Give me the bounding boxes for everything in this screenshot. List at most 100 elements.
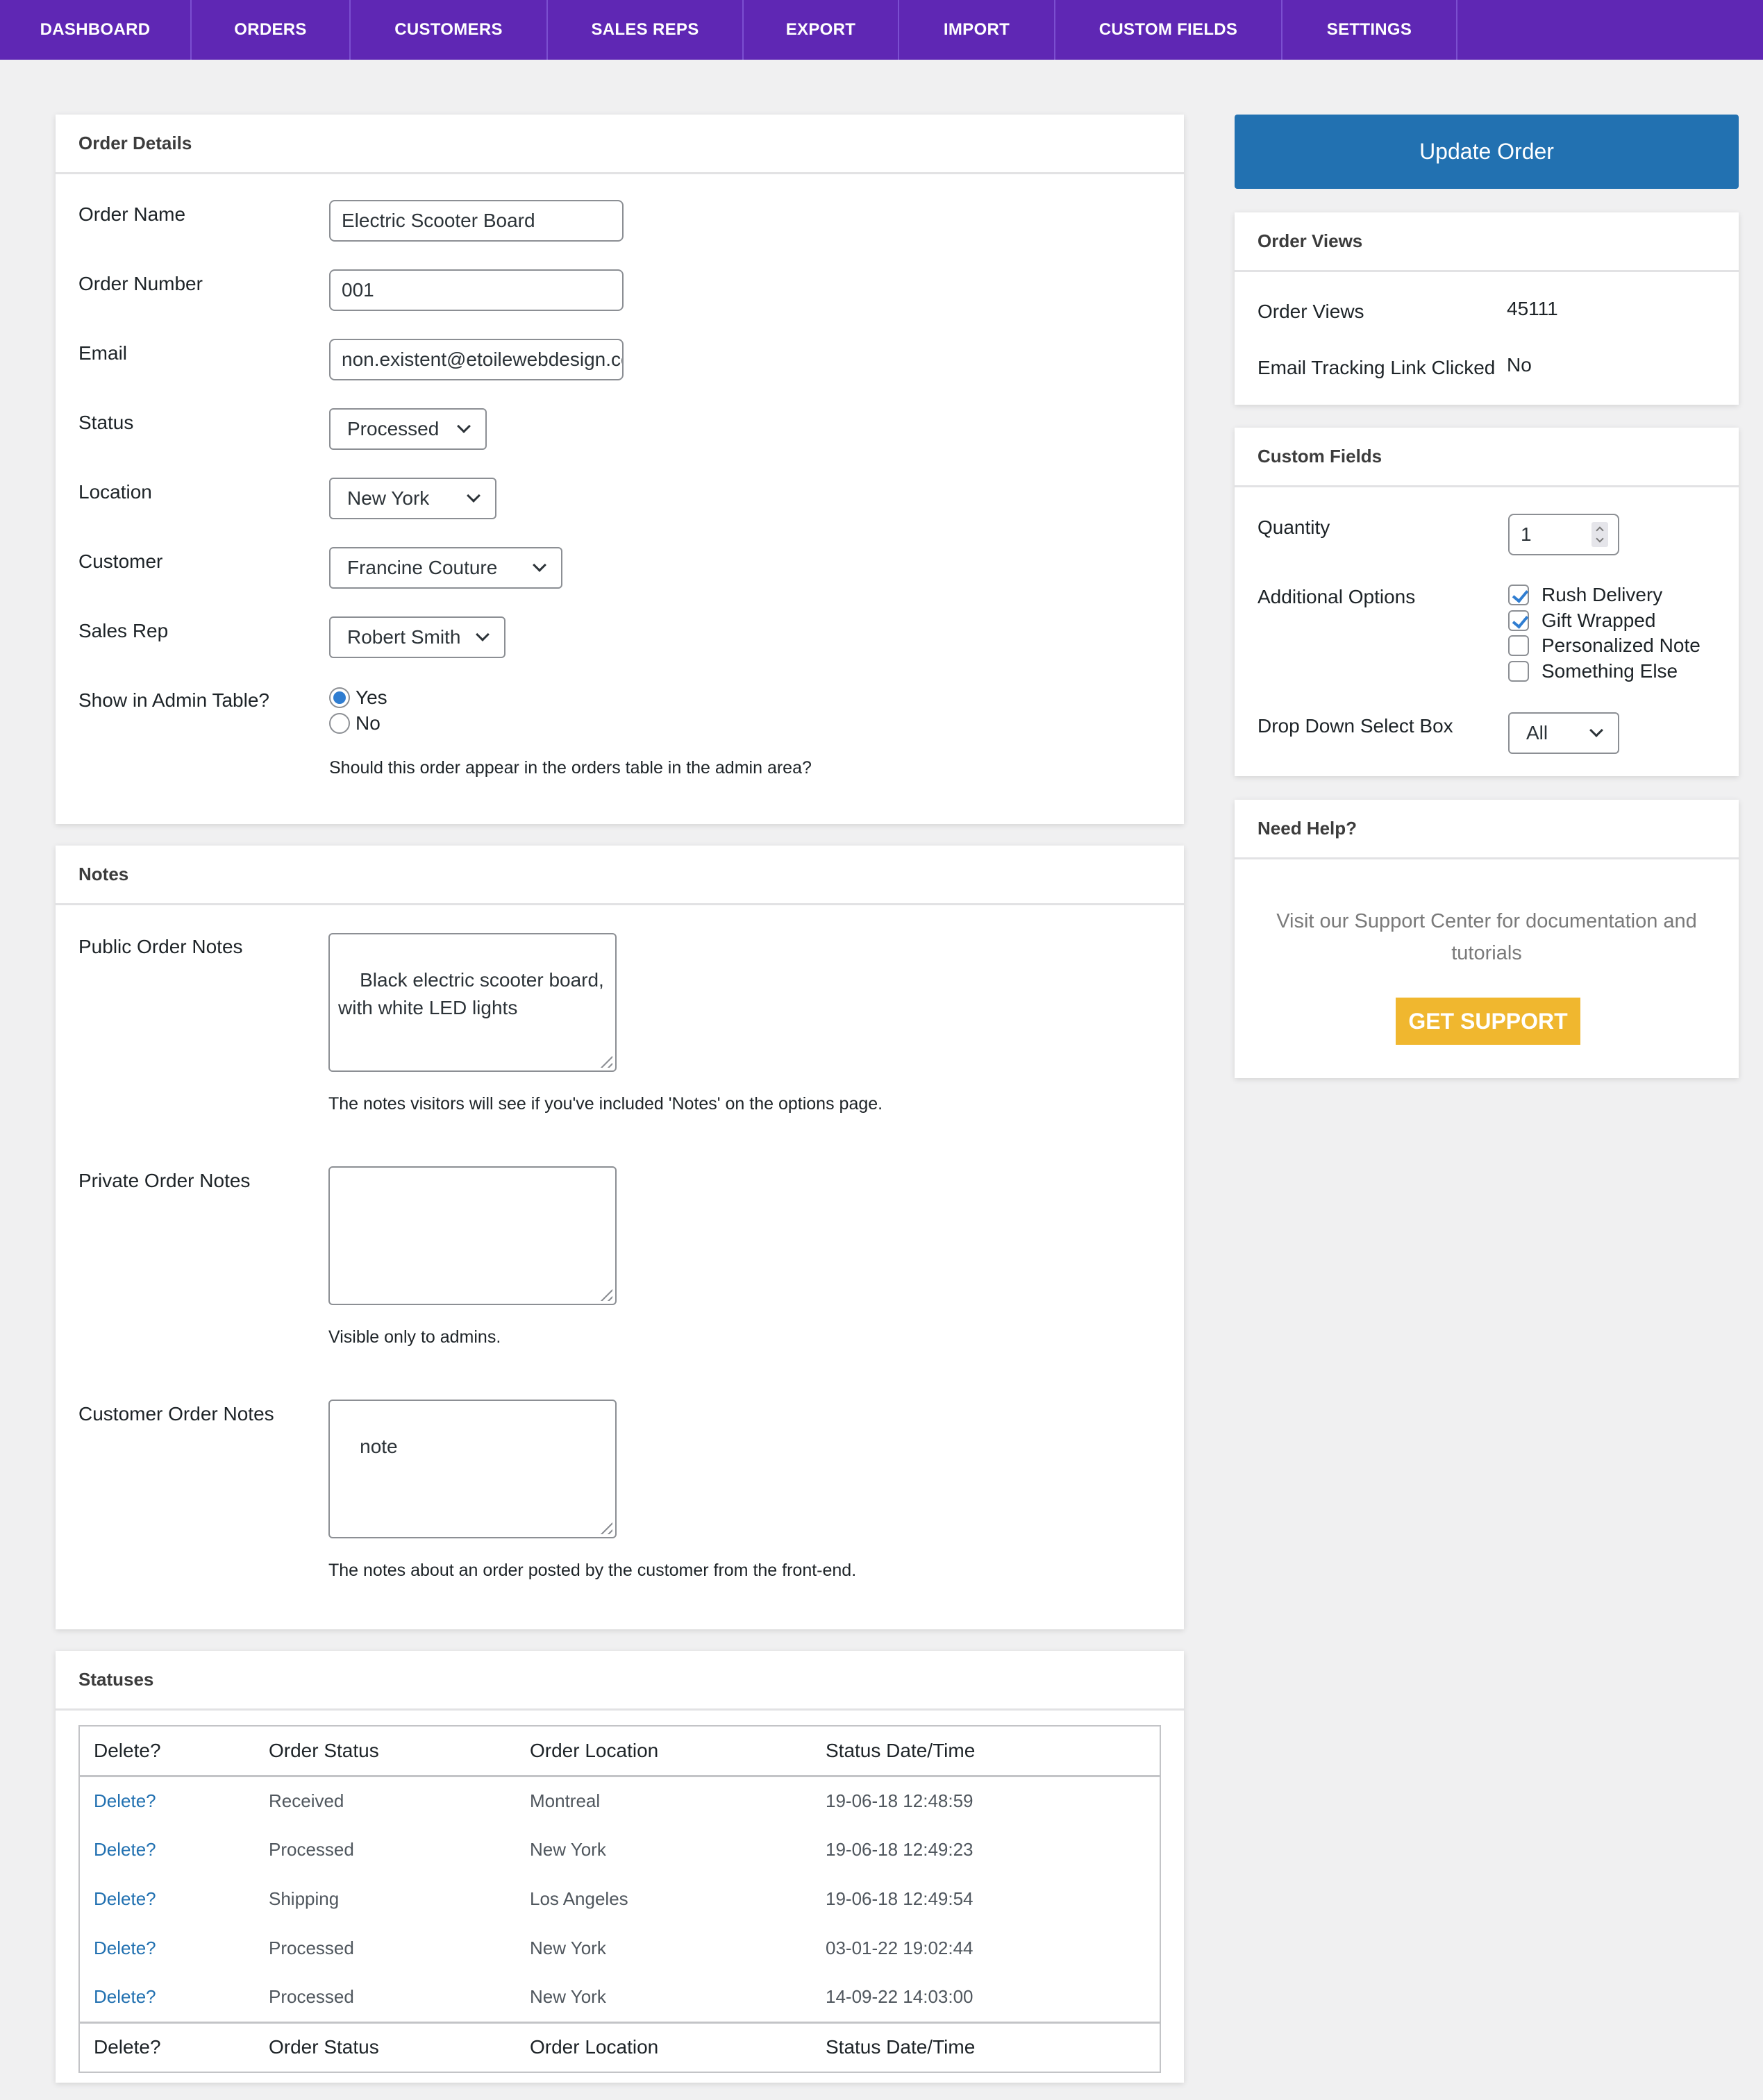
- status-cell: Processed: [269, 1839, 354, 1860]
- nav-sales-reps[interactable]: SALES REPS: [548, 0, 744, 60]
- location-cell: Los Angeles: [530, 1888, 628, 1909]
- location-cell: New York: [530, 1938, 606, 1958]
- nav-orders[interactable]: ORDERS: [192, 0, 351, 60]
- radio-button-checked[interactable]: [329, 687, 350, 708]
- customer-select-value: Francine Couture: [347, 557, 498, 578]
- option-gift-wrapped[interactable]: Gift Wrapped: [1508, 610, 1655, 632]
- location-cell: Montreal: [530, 1790, 601, 1811]
- sales-rep-select[interactable]: Robert Smith: [329, 616, 505, 658]
- public-notes-textarea[interactable]: Black electric scooter board, with white…: [328, 933, 617, 1072]
- get-support-button[interactable]: GET SUPPORT: [1396, 998, 1580, 1045]
- radio-yes[interactable]: Yes: [329, 687, 387, 709]
- public-notes-description: The notes visitors will see if you've in…: [328, 1094, 883, 1114]
- customer-notes-label: Customer Order Notes: [78, 1403, 274, 1425]
- additional-options-label: Additional Options: [1258, 586, 1416, 607]
- need-help-panel: Need Help? Visit our Support Center for …: [1235, 800, 1739, 1078]
- delete-link[interactable]: Delete?: [94, 1938, 156, 1958]
- option-label: Rush Delivery: [1541, 584, 1663, 605]
- option-rush-delivery[interactable]: Rush Delivery: [1508, 584, 1662, 606]
- order-views-panel: Order Views Order Views 45111 Email Trac…: [1235, 212, 1739, 405]
- location-select[interactable]: New York: [329, 478, 496, 519]
- option-label: Something Else: [1541, 660, 1678, 682]
- resize-handle-icon[interactable]: [597, 1519, 612, 1534]
- status-cell: Processed: [269, 1938, 354, 1958]
- table-footer-row: Delete? Order Status Order Location Stat…: [79, 2022, 1160, 2072]
- checkbox[interactable]: [1508, 661, 1529, 682]
- status-cell: Received: [269, 1790, 344, 1811]
- nav-custom-fields[interactable]: CUSTOM FIELDS: [1055, 0, 1282, 60]
- nav-dashboard[interactable]: DASHBOARD: [0, 0, 192, 60]
- option-label: Personalized Note: [1541, 635, 1701, 656]
- show-in-admin-description: Should this order appear in the orders t…: [329, 758, 812, 778]
- datetime-cell: 19-06-18 12:48:59: [826, 1790, 974, 1811]
- quantity-stepper[interactable]: [1591, 522, 1608, 547]
- sales-rep-select-value: Robert Smith: [347, 626, 461, 648]
- quantity-value: 1: [1521, 523, 1532, 545]
- option-label: Gift Wrapped: [1541, 610, 1656, 631]
- checkbox[interactable]: [1508, 635, 1529, 656]
- dropdown-label: Drop Down Select Box: [1258, 715, 1453, 737]
- table-header-row: Delete? Order Status Order Location Stat…: [79, 1726, 1160, 1776]
- panel-title: Notes: [56, 846, 1184, 905]
- top-nav: DASHBOARD ORDERS CUSTOMERS SALES REPS EX…: [0, 0, 1763, 60]
- table-row: Delete? Processed New York 14-09-22 14:0…: [79, 1973, 1160, 2022]
- delete-link[interactable]: Delete?: [94, 1790, 156, 1811]
- panel-title: Need Help?: [1235, 800, 1739, 859]
- radio-no[interactable]: No: [329, 712, 381, 734]
- chevron-down-icon: [467, 489, 481, 503]
- order-number-label: Order Number: [78, 273, 203, 294]
- checkbox-checked[interactable]: [1508, 610, 1529, 631]
- table-row: Delete? Received Montreal 19-06-18 12:48…: [79, 1776, 1160, 1825]
- table-row: Delete? Processed New York 03-01-22 19:0…: [79, 1924, 1160, 1973]
- update-order-button[interactable]: Update Order: [1235, 115, 1739, 189]
- sales-rep-label: Sales Rep: [78, 620, 169, 641]
- column-footer: Order Status: [269, 2036, 379, 2058]
- resize-handle-icon[interactable]: [597, 1052, 612, 1068]
- delete-link[interactable]: Delete?: [94, 1839, 156, 1860]
- column-header: Status Date/Time: [826, 1739, 976, 1761]
- delete-link[interactable]: Delete?: [94, 1986, 156, 2007]
- nav-import[interactable]: IMPORT: [899, 0, 1055, 60]
- chevron-down-icon: [457, 419, 471, 433]
- order-number-input[interactable]: 001: [329, 269, 624, 311]
- column-footer: Order Location: [530, 2036, 659, 2058]
- customer-notes-description: The notes about an order posted by the c…: [328, 1561, 857, 1580]
- private-notes-description: Visible only to admins.: [328, 1327, 501, 1347]
- status-cell: Processed: [269, 1986, 354, 2008]
- order-details-panel: Order Details Order Name Electric Scoote…: [56, 115, 1184, 824]
- delete-link[interactable]: Delete?: [94, 1888, 156, 1909]
- status-label: Status: [78, 412, 134, 433]
- radio-no-label: No: [356, 712, 381, 734]
- nav-settings[interactable]: SETTINGS: [1282, 0, 1457, 60]
- public-notes-value: Black electric scooter board, with white…: [338, 969, 604, 1018]
- location-cell: New York: [530, 1839, 606, 1860]
- private-notes-textarea[interactable]: [328, 1166, 617, 1305]
- dropdown-select[interactable]: All: [1508, 712, 1619, 754]
- table-row: Delete? Shipping Los Angeles 19-06-18 12…: [79, 1874, 1160, 1924]
- order-name-label: Order Name: [78, 203, 186, 225]
- datetime-cell: 03-01-22 19:02:44: [826, 1938, 974, 1958]
- chevron-down-icon: [533, 558, 546, 572]
- email-input[interactable]: non.existent@etoilewebdesign.com: [329, 339, 624, 380]
- customer-notes-value: note: [360, 1436, 398, 1457]
- custom-fields-panel: Custom Fields Quantity 1 Additional Opti…: [1235, 428, 1739, 776]
- radio-button[interactable]: [329, 713, 350, 734]
- order-name-input[interactable]: Electric Scooter Board: [329, 200, 624, 242]
- option-personalized-note[interactable]: Personalized Note: [1508, 635, 1701, 657]
- status-select[interactable]: Processed: [329, 408, 487, 450]
- table-row: Delete? Processed New York 19-06-18 12:4…: [79, 1825, 1160, 1874]
- option-something-else[interactable]: Something Else: [1508, 660, 1678, 682]
- checkbox-checked[interactable]: [1508, 585, 1529, 605]
- resize-handle-icon[interactable]: [597, 1286, 612, 1301]
- customer-notes-textarea[interactable]: note: [328, 1400, 617, 1538]
- panel-title: Statuses: [56, 1651, 1184, 1711]
- column-header: Delete?: [94, 1739, 161, 1761]
- notes-panel: Notes Public Order Notes Black electric …: [56, 846, 1184, 1629]
- column-header: Order Status: [269, 1739, 379, 1761]
- nav-customers[interactable]: CUSTOMERS: [351, 0, 548, 60]
- quantity-input[interactable]: 1: [1508, 514, 1619, 555]
- order-views-label: Order Views: [1258, 301, 1364, 322]
- customer-select[interactable]: Francine Couture: [329, 547, 562, 589]
- nav-export[interactable]: EXPORT: [744, 0, 899, 60]
- dropdown-select-value: All: [1526, 722, 1548, 744]
